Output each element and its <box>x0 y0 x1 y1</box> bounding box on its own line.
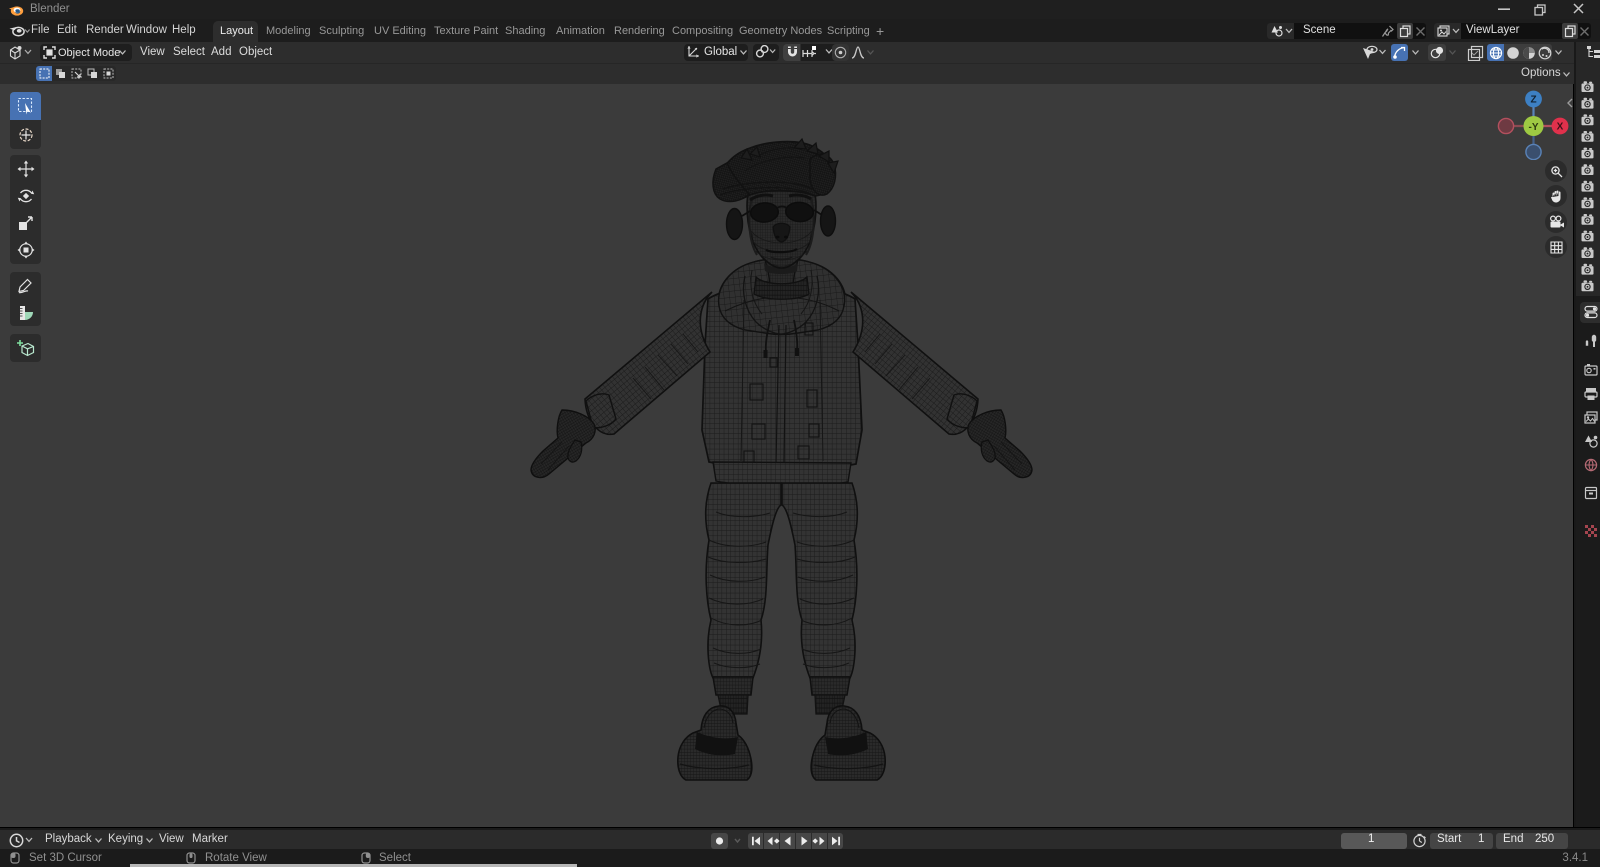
svg-text:-Y: -Y <box>1529 122 1539 133</box>
svg-text:Z: Z <box>1530 95 1536 106</box>
svg-text:X: X <box>1557 122 1564 133</box>
